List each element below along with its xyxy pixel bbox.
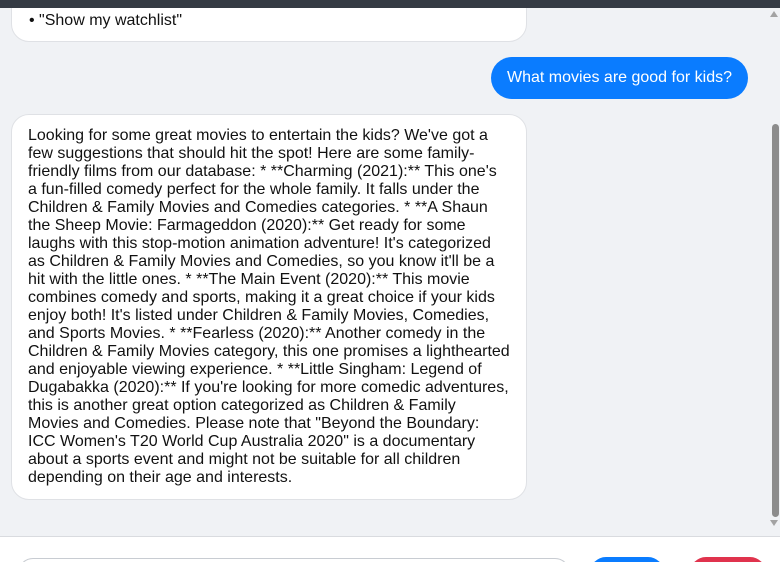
- scroll-up-arrow-icon[interactable]: [770, 11, 778, 17]
- bot-message-line: a fun-filled comedy perfect for the whol…: [28, 181, 480, 198]
- bot-message-line: ICC Women's T20 World Cup Australia 2020…: [28, 433, 476, 450]
- bot-message-line: friendly films from our database: * **Ch…: [28, 163, 497, 180]
- bot-message-line: combines comedy and sports, making it a …: [28, 289, 495, 306]
- bot-message: Looking for some great movies to enterta…: [11, 114, 527, 500]
- bot-message-line: Dugabakka (2020):** If you're looking fo…: [28, 379, 509, 396]
- message-input[interactable]: [18, 558, 570, 562]
- bot-message-line: the Sheep Movie: Farmageddon (2020):** G…: [28, 217, 466, 234]
- send-button[interactable]: [590, 557, 664, 562]
- bot-message-line: enjoy both! It's listed under Children &…: [28, 307, 490, 324]
- window-top-bar: [0, 0, 780, 8]
- bot-message-line: hit with the little ones. * **The Main E…: [28, 271, 470, 288]
- chat-scrollbar[interactable]: [768, 8, 780, 536]
- bot-message-line: Looking for some great movies to enterta…: [28, 127, 488, 144]
- bot-message-line: Children & Family Movies and Comedies ca…: [28, 199, 488, 216]
- composer-bar: [0, 536, 780, 562]
- bot-message-line: about a sports event and might not be su…: [28, 451, 461, 468]
- scroll-thumb[interactable]: [772, 124, 779, 517]
- clear-button[interactable]: [690, 557, 766, 562]
- bot-message-line: few suggestions that should hit the spot…: [28, 145, 475, 162]
- bot-message-line: as Children & Family Movies and Comedies…: [28, 253, 495, 270]
- scroll-down-arrow-icon[interactable]: [770, 520, 778, 526]
- bot-message-line: laughs with this stop-motion animation a…: [28, 235, 491, 252]
- bot-message-line: and enjoyable viewing experience. * **Li…: [28, 361, 482, 378]
- bot-message-line: this is another great option categorized…: [28, 397, 456, 414]
- chat-history[interactable]: • "Show my watchlist" What movies are go…: [0, 8, 768, 536]
- bot-message-line: Movies and Comedies. Please note that "B…: [28, 415, 480, 432]
- bot-message-line: Children & Family Movies category, this …: [28, 343, 510, 360]
- previous-message-text: • "Show my watchlist": [29, 12, 182, 29]
- bot-message-previous: • "Show my watchlist": [11, 8, 527, 42]
- bot-message-line: and Sports Movies. * **Fearless (2020):*…: [28, 325, 486, 342]
- bot-message-line: depending on their age and interests.: [28, 469, 293, 486]
- user-message: What movies are good for kids?: [491, 57, 748, 99]
